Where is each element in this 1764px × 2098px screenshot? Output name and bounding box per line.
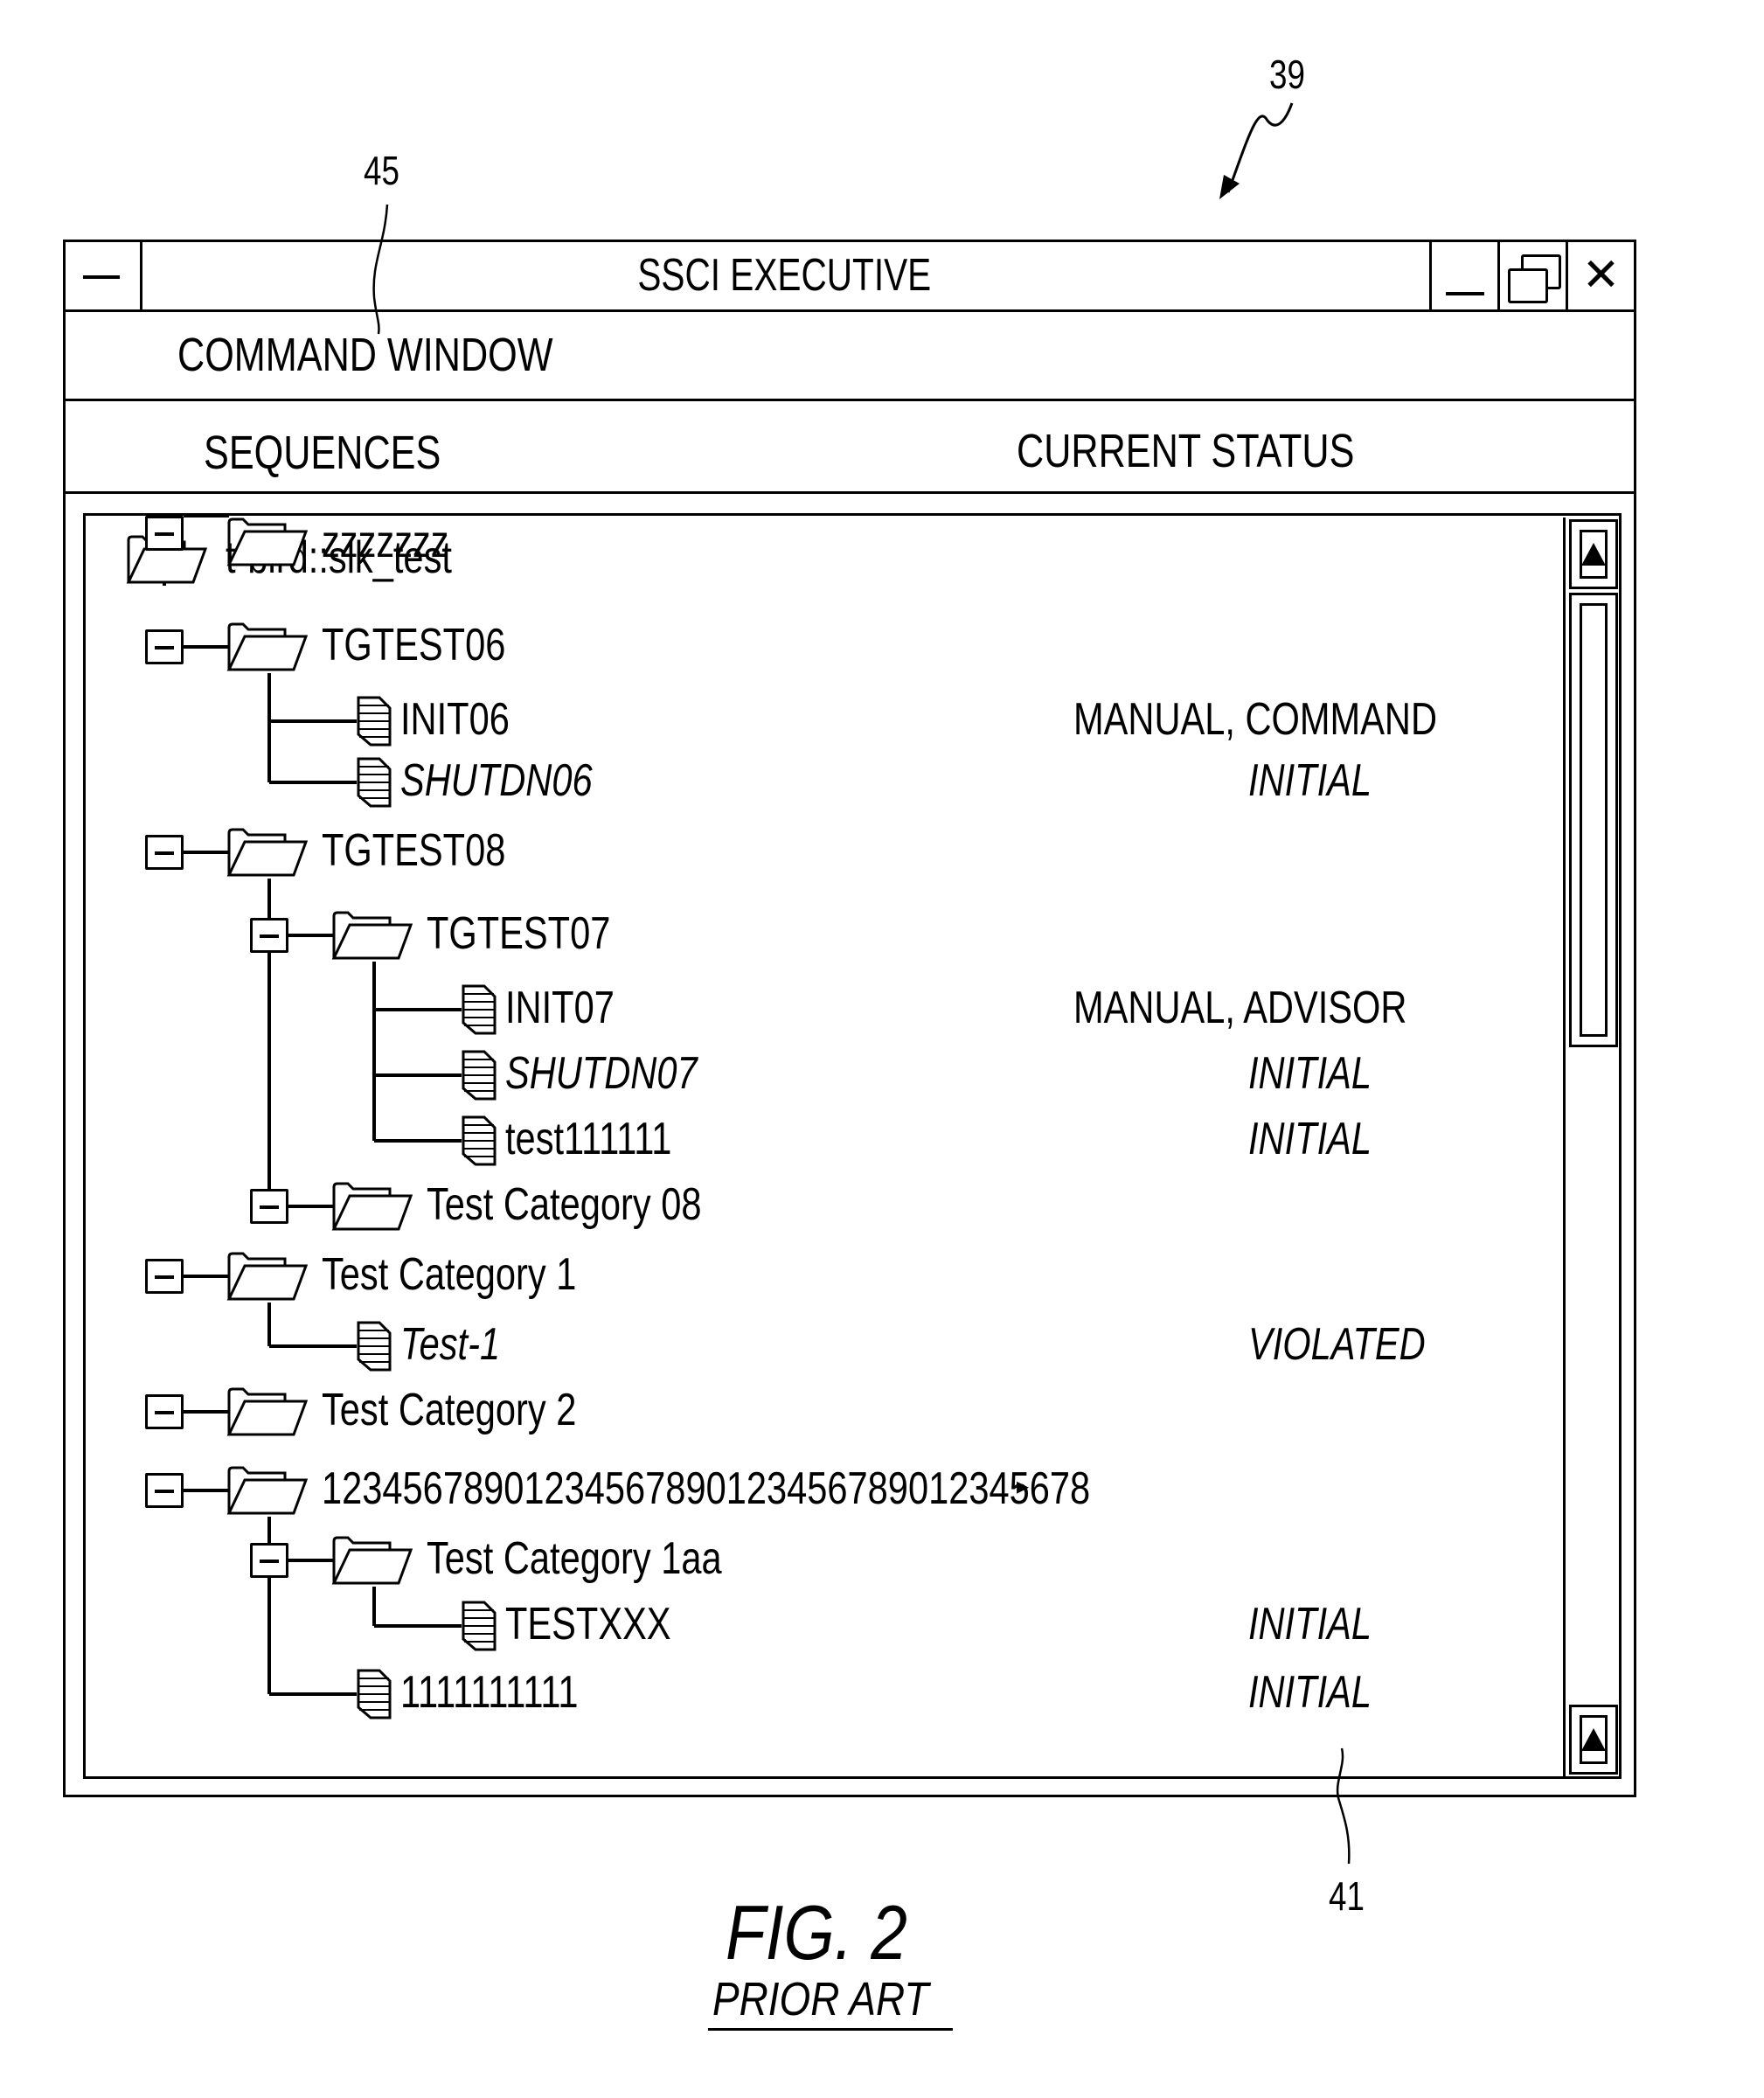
sequence-file-icon <box>357 757 392 808</box>
scroll-thumb-bevel <box>1580 603 1608 1037</box>
tree-item-label[interactable]: 1111111111 <box>400 1666 579 1719</box>
collapse-toggle[interactable] <box>145 1259 184 1294</box>
tree-item-label[interactable]: test111111 <box>505 1113 671 1165</box>
menu-command-window[interactable]: COMMAND WINDOW <box>177 328 553 382</box>
column-header-current-status[interactable]: CURRENT STATUS <box>1017 424 1354 478</box>
app-window: SSCI EXECUTIVE ✕ COMMAND WINDOW SEQUENCE… <box>63 240 1636 1797</box>
collapse-toggle[interactable] <box>145 629 184 664</box>
collapse-toggle[interactable] <box>145 516 184 551</box>
scroll-up-button[interactable] <box>1569 519 1618 589</box>
tree-item-label[interactable]: zzzzzzz <box>322 516 449 568</box>
tree-item-label[interactable]: Test Category 1 <box>322 1248 576 1301</box>
tree-item-label[interactable]: SHUTDN07 <box>505 1047 698 1100</box>
scroll-down-button[interactable] <box>1569 1705 1618 1775</box>
sequence-file-icon <box>462 1050 497 1101</box>
collapse-toggle[interactable] <box>145 1394 184 1429</box>
title-bar[interactable]: SSCI EXECUTIVE ✕ <box>66 242 1634 312</box>
vertical-scrollbar[interactable] <box>1563 518 1621 1776</box>
restore-icon-front <box>1508 268 1548 303</box>
collapse-toggle[interactable] <box>250 918 288 953</box>
folder-open-icon <box>226 828 309 877</box>
tree-item-label[interactable]: TGTEST07 <box>427 907 610 960</box>
truncation-arrow-icon: ▸ <box>1017 1472 1030 1499</box>
tree-item-label[interactable]: TESTXXX <box>505 1598 671 1650</box>
collapse-toggle[interactable] <box>145 835 184 870</box>
close-button[interactable]: ✕ <box>1566 242 1634 309</box>
tree-item-label[interactable]: Test Category 08 <box>427 1178 701 1231</box>
tree-item-label[interactable]: INIT07 <box>505 982 615 1034</box>
status-value: MANUAL, ADVISOR <box>1073 983 1407 1033</box>
collapse-toggle[interactable] <box>250 1189 288 1224</box>
folder-open-icon <box>226 622 309 671</box>
tree-item-label[interactable]: INIT06 <box>400 693 510 746</box>
column-headers: SEQUENCES CURRENT STATUS <box>66 401 1634 494</box>
arrowhead-39 <box>1219 175 1240 199</box>
status-value: VIOLATED <box>1248 1319 1426 1370</box>
status-value: INITIAL <box>1248 1048 1372 1099</box>
tree-item-label[interactable]: TGTEST08 <box>322 824 505 877</box>
sequence-file-icon <box>462 1601 497 1651</box>
status-value: INITIAL <box>1248 1114 1372 1164</box>
sequence-tree-pane: t-bird::slk_test TGTEST06 INIT06 MANUAL, CO… <box>83 513 1622 1779</box>
status-value: INITIAL <box>1248 755 1372 806</box>
sequence-file-icon <box>357 696 392 747</box>
tree-item-label[interactable]: Test Category 2 <box>322 1384 576 1436</box>
sequence-file-icon <box>357 1321 392 1372</box>
leader-39 <box>1226 102 1294 193</box>
subtitle-underline <box>708 2028 953 2031</box>
folder-open-icon <box>226 1466 309 1515</box>
sequence-file-icon <box>357 1669 392 1719</box>
status-value: MANUAL, COMMAND <box>1073 694 1438 745</box>
system-menu-button[interactable] <box>66 242 142 309</box>
minimize-icon <box>1446 292 1484 295</box>
column-header-sequences[interactable]: SEQUENCES <box>204 426 441 480</box>
folder-open-icon <box>331 911 413 960</box>
figure-caption: FIG. 2 <box>726 1889 907 1976</box>
folder-open-icon <box>226 1252 309 1301</box>
status-value: INITIAL <box>1248 1667 1372 1718</box>
sequence-file-icon <box>462 1115 497 1166</box>
folder-open-icon <box>331 1182 413 1231</box>
sequence-file-icon <box>462 984 497 1035</box>
status-value: INITIAL <box>1248 1599 1372 1650</box>
tree-item-label[interactable]: SHUTDN06 <box>400 754 593 807</box>
folder-open-icon <box>226 1387 309 1436</box>
tree-item-label[interactable]: 12345678901234567890123456789012345678 <box>322 1462 1090 1515</box>
collapse-toggle[interactable] <box>250 1543 288 1578</box>
restore-button[interactable] <box>1497 242 1566 309</box>
close-icon: ✕ <box>1581 250 1621 301</box>
tree-item-label[interactable]: TGTEST06 <box>322 619 505 671</box>
collapse-toggle[interactable] <box>145 1473 184 1508</box>
scroll-thumb[interactable] <box>1569 593 1618 1047</box>
folder-open-icon <box>226 518 309 566</box>
window-title: SSCI EXECUTIVE <box>144 242 1424 309</box>
arrow-up-icon <box>1581 543 1606 566</box>
tree-item-label[interactable]: Test Category 1aa <box>427 1532 722 1585</box>
menu-bar: COMMAND WINDOW <box>66 312 1634 401</box>
tree-item-label[interactable]: Test-1 <box>400 1318 500 1371</box>
system-menu-icon <box>83 275 120 279</box>
window-title-text: SSCI EXECUTIVE <box>637 250 931 301</box>
figure-subtitle: PRIOR ART <box>712 1973 929 2025</box>
minimize-button[interactable] <box>1429 242 1497 309</box>
folder-open-icon <box>331 1536 413 1585</box>
arrow-up-icon <box>1581 1728 1606 1751</box>
